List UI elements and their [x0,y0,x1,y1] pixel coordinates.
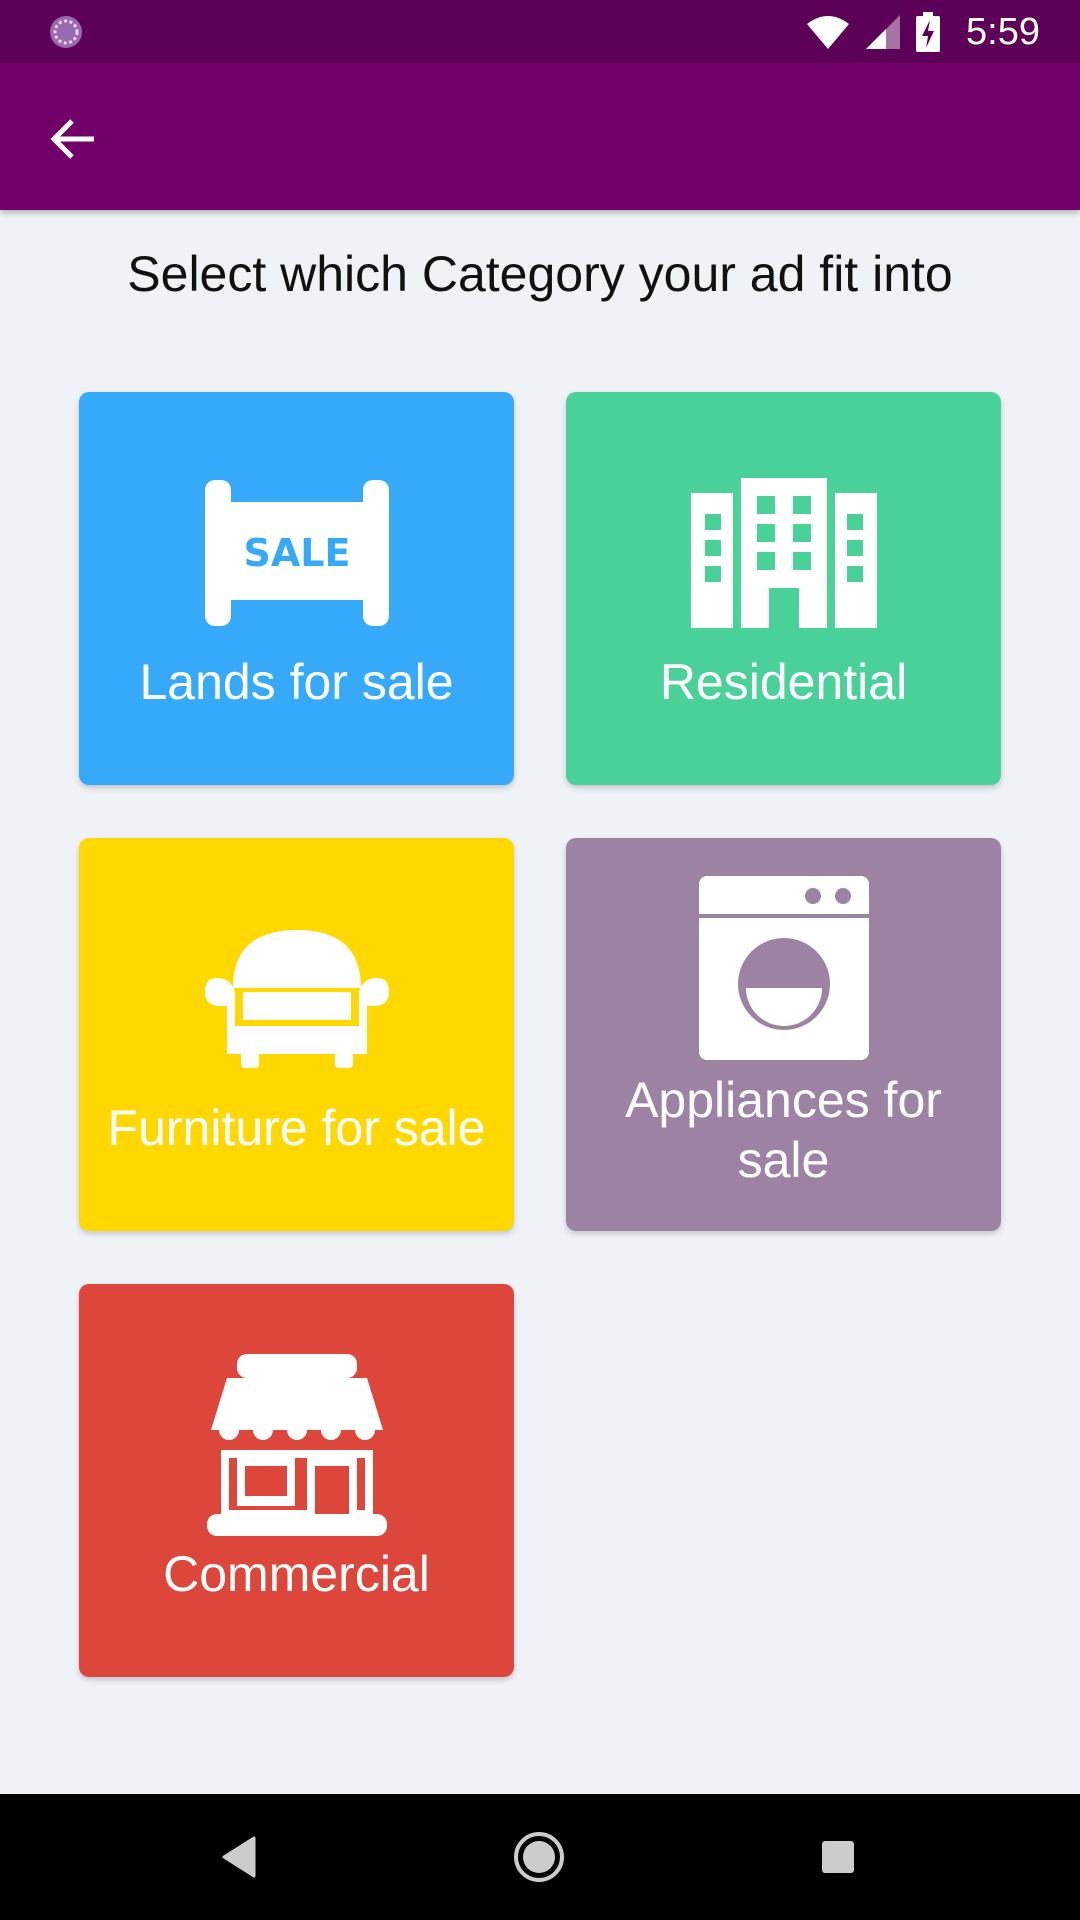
back-button[interactable] [30,103,118,175]
category-label: Residential [659,654,908,710]
category-tile-commercial[interactable]: Commercial [79,1284,514,1677]
page-title: Select which Category your ad fit into [127,246,953,302]
signal-icon [866,15,901,49]
category-tile-residential[interactable]: Residential [566,392,1001,785]
category-label: Lands for sale [139,654,454,710]
nav-home-button[interactable] [499,1824,579,1890]
category-label: Appliances for sale [625,1072,942,1188]
app-bar [0,63,1080,210]
sale-sign-icon: SALE [204,480,389,626]
washing-machine-icon [698,876,869,1060]
category-tile-lands-for-sale[interactable]: SALE Lands for sale [79,392,514,785]
nav-home-icon [514,1832,564,1882]
category-label: Furniture for sale [107,1100,486,1156]
sale-sign-text: SALE [243,531,350,575]
apartment-building-icon [690,478,877,628]
nav-recents-icon [822,1841,854,1873]
status-clock: 5:59 [966,10,1040,53]
category-tile-furniture-for-sale[interactable]: Furniture for sale [79,838,514,1231]
nav-back-icon [222,1836,256,1878]
armchair-icon [204,930,389,1068]
status-icons: 5:59 [806,8,1040,56]
storefront-icon [206,1354,387,1536]
system-nav-bar [0,1794,1080,1920]
wifi-icon [807,16,850,49]
category-label: Commercial [163,1546,430,1602]
arrow-back-icon [50,119,94,159]
battery-charging-icon [916,12,941,52]
app-notification-icon [50,16,82,48]
nav-back-button[interactable] [200,1824,280,1890]
status-bar: 5:59 [0,0,1080,63]
category-tile-appliances-for-sale[interactable]: Appliances for sale [566,838,1001,1231]
nav-recents-button[interactable] [798,1824,878,1890]
